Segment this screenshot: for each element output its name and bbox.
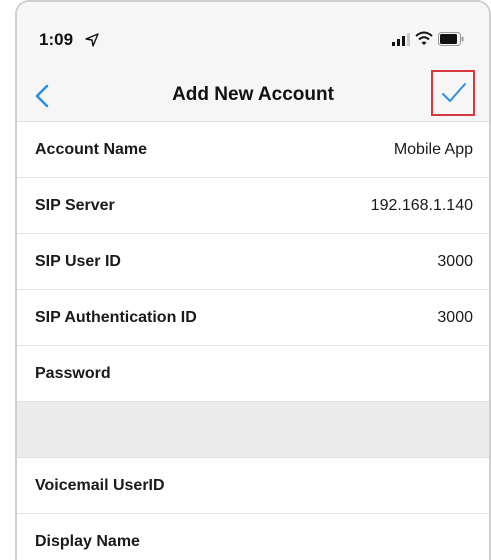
sip-server-value[interactable]: 192.168.1.140 <box>371 197 473 215</box>
battery-icon <box>438 32 464 46</box>
sip-server-row[interactable]: SIP Server 192.168.1.140 <box>17 178 489 234</box>
voicemail-userid-row[interactable]: Voicemail UserID <box>17 458 489 514</box>
password-row[interactable]: Password <box>17 346 489 402</box>
signal-bars-icon <box>392 33 410 46</box>
account-form-list: Account Name Mobile App SIP Server 192.1… <box>17 122 489 560</box>
status-time: 1:09 <box>39 30 74 49</box>
password-label: Password <box>35 365 111 382</box>
sip-auth-id-row[interactable]: SIP Authentication ID 3000 <box>17 290 489 346</box>
account-name-label: Account Name <box>35 141 148 158</box>
account-name-value[interactable]: Mobile App <box>394 141 473 159</box>
sip-auth-id-value[interactable]: 3000 <box>437 309 473 327</box>
sip-auth-id-label: SIP Authentication ID <box>35 309 197 326</box>
display-name-row[interactable]: Display Name <box>17 514 489 560</box>
display-name-label: Display Name <box>35 533 140 550</box>
account-name-row[interactable]: Account Name Mobile App <box>17 122 489 178</box>
sip-user-id-label: SIP User ID <box>35 253 121 270</box>
sip-server-label: SIP Server <box>35 197 115 214</box>
phone-screen: 1:09 Add New Account Account Name Mobile… <box>15 0 491 560</box>
checkmark-icon <box>442 83 466 102</box>
status-bar: 1:09 <box>17 2 489 68</box>
sip-user-id-row[interactable]: SIP User ID 3000 <box>17 234 489 290</box>
voicemail-userid-label: Voicemail UserID <box>35 477 165 494</box>
wifi-icon <box>415 31 433 45</box>
section-gap <box>17 402 489 458</box>
save-checkmark-button[interactable] <box>431 70 475 116</box>
sip-user-id-value[interactable]: 3000 <box>437 253 473 271</box>
page-title: Add New Account <box>172 84 334 105</box>
navigation-bar: Add New Account <box>17 68 489 122</box>
location-arrow-icon <box>85 33 99 47</box>
